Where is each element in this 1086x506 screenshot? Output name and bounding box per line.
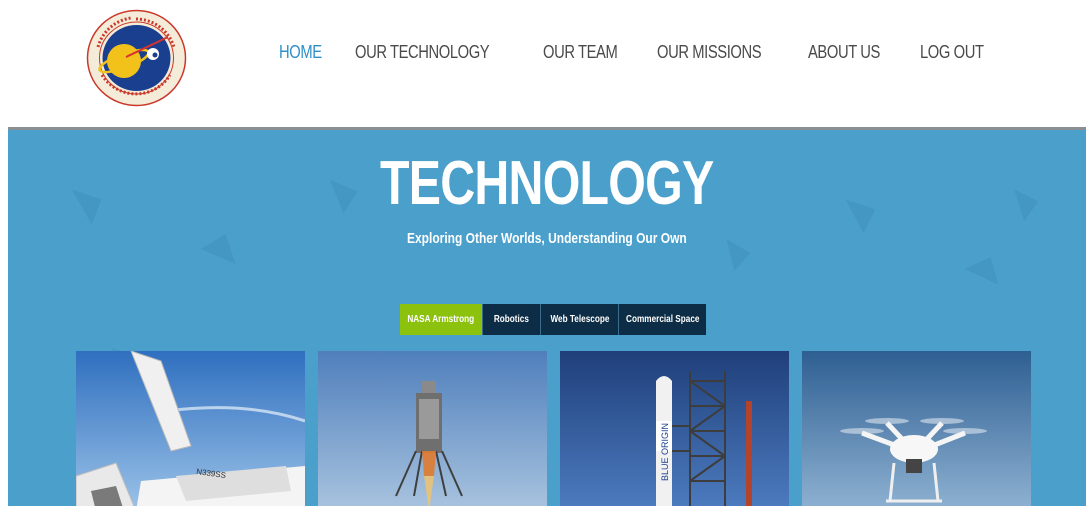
hero-subtitle-text: Exploring Other Worlds, Understanding Ou… [407,230,687,247]
hero-section: TECHNOLOGY Exploring Other Worlds, Under… [8,127,1086,506]
nav-our-technology[interactable]: OUR TECHNOLOGY [355,42,490,63]
nav-our-team[interactable]: OUR TEAM [543,42,618,63]
spaceplane-image: N339SS [76,351,305,506]
nav-our-missions[interactable]: OUR MISSIONS [657,42,762,63]
tab-commercial-space[interactable]: Commercial Space [619,304,706,335]
nav-home[interactable]: HOME [279,42,322,63]
card-drone[interactable] [802,351,1031,506]
nav-log-out[interactable]: LOG OUT [920,42,984,63]
tab-commercial-space-label: Commercial Space [625,314,700,325]
agency-seal-logo[interactable] [86,9,187,107]
card-rocket[interactable]: BLUE ORIGIN [560,351,789,506]
site-header: HOME OUR TECHNOLOGY OUR TEAM OUR MISSION… [0,0,1086,127]
drone-image [802,351,1031,506]
main-nav: HOME OUR TECHNOLOGY OUR TEAM OUR MISSION… [279,42,1022,63]
tab-robotics[interactable]: Robotics [483,304,541,335]
card-spaceplane[interactable]: N339SS [76,351,305,506]
rocket-image: BLUE ORIGIN [560,351,789,506]
hero-subtitle: Exploring Other Worlds, Understanding Ou… [8,230,1086,247]
nav-about-us[interactable]: ABOUT US [808,42,880,63]
tab-web-telescope[interactable]: Web Telescope [541,304,619,335]
lander-image [318,351,547,506]
svg-text:BLUE ORIGIN: BLUE ORIGIN [660,423,670,481]
category-tabs: NASA Armstrong Robotics Web Telescope Co… [400,304,706,335]
tab-nasa-armstrong-label: NASA Armstrong [407,314,475,325]
card-lander[interactable] [318,351,547,506]
tab-robotics-label: Robotics [493,314,530,325]
tab-web-telescope-label: Web Telescope [550,314,609,325]
tab-nasa-armstrong[interactable]: NASA Armstrong [400,304,483,335]
hero-title: TECHNOLOGY [8,148,1086,219]
hero-title-text: TECHNOLOGY [380,149,714,218]
